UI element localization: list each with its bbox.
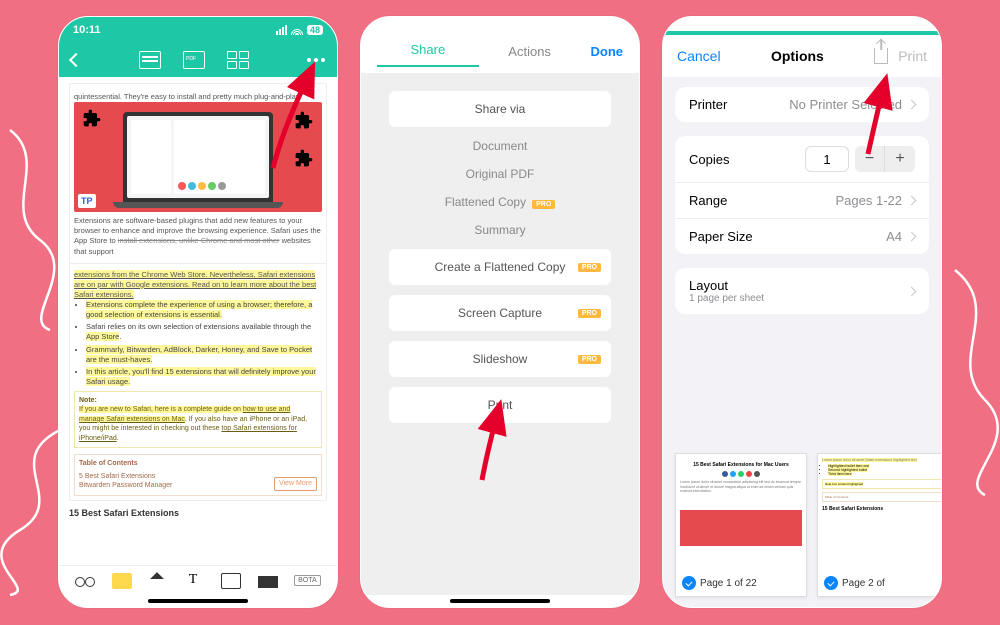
- printer-row[interactable]: Printer No Printer Selected: [675, 87, 929, 122]
- copies-increment[interactable]: +: [885, 146, 915, 172]
- share-via-button[interactable]: Share via: [389, 91, 611, 127]
- table-of-contents[interactable]: Table of Contents 5 Best Safari Extensio…: [74, 454, 322, 495]
- pro-badge: PRO: [578, 355, 601, 364]
- puzzle-icon: [294, 148, 314, 168]
- page-previews: 15 Best Safari Extensions for Mac Users …: [675, 443, 929, 597]
- preview-page-2[interactable]: Lorem ipsum dolor sit amet Safari extens…: [817, 453, 941, 597]
- document-label: Document: [389, 137, 611, 155]
- article-text: quintessential. They're easy to install …: [74, 92, 322, 102]
- layout-card: Layout 1 page per sheet: [675, 268, 929, 314]
- highlight-tool-icon[interactable]: [112, 573, 132, 589]
- view-mode-web-icon[interactable]: [139, 51, 161, 69]
- preview-page-1[interactable]: 15 Best Safari Extensions for Mac Users …: [675, 453, 807, 597]
- chevron-right-icon: [907, 196, 917, 206]
- phone-pdf-reader: 10:11 48 quintessential. They're easy to…: [58, 16, 338, 608]
- cancel-button[interactable]: Cancel: [677, 48, 721, 64]
- tp-badge: TP: [78, 194, 96, 208]
- bg-decor: [935, 260, 1000, 500]
- shape-tool-icon[interactable]: [258, 576, 278, 588]
- print-options-body: Printer No Printer Selected Copies 1 − +…: [663, 77, 941, 607]
- article-heading: 15 Best Safari Extensions: [69, 507, 327, 519]
- article-hero-image: TP: [74, 102, 322, 212]
- document-viewport[interactable]: quintessential. They're easy to install …: [59, 77, 337, 565]
- check-icon: [824, 576, 838, 590]
- original-pdf-option[interactable]: Original PDF: [389, 165, 611, 183]
- puzzle-icon: [82, 108, 102, 128]
- done-button[interactable]: Done: [581, 44, 624, 67]
- copies-row: Copies 1 − +: [675, 136, 929, 183]
- view-mode-grid-icon[interactable]: [227, 51, 249, 69]
- reader-mode-icon[interactable]: [75, 573, 95, 589]
- view-more-button[interactable]: View More: [274, 477, 317, 490]
- summary-option[interactable]: Summary: [389, 221, 611, 239]
- settings-card: Copies 1 − + Range Pages 1-22 Paper Size…: [675, 136, 929, 254]
- range-row[interactable]: Range Pages 1-22: [675, 183, 929, 219]
- status-time: 10:11: [73, 24, 101, 36]
- pro-badge: PRO: [532, 200, 555, 209]
- copies-field[interactable]: 1: [805, 146, 849, 172]
- flattened-copy-option[interactable]: Flattened CopyPRO: [389, 193, 611, 211]
- print-header: Cancel Options Print: [663, 35, 941, 77]
- pro-badge: PRO: [578, 309, 601, 318]
- article-text: extensions from the Chrome Web Store. Ne…: [74, 270, 322, 300]
- article-bullets: Extensions complete the experience of us…: [74, 300, 322, 387]
- check-icon: [682, 576, 696, 590]
- battery-badge: 48: [307, 25, 323, 35]
- copies-decrement[interactable]: −: [855, 146, 885, 172]
- top-toolbar: [59, 43, 337, 77]
- pen-tool-icon[interactable]: [149, 572, 167, 590]
- text-tool-icon[interactable]: [185, 573, 205, 589]
- page-title: Options: [771, 48, 824, 64]
- article-text: Extensions are software-based plugins th…: [74, 216, 322, 257]
- puzzle-icon: [294, 110, 314, 130]
- chevron-right-icon: [907, 100, 917, 110]
- slideshow-button[interactable]: SlideshowPRO: [389, 341, 611, 377]
- print-button[interactable]: Print: [389, 387, 611, 423]
- note-box: Note: If you are new to Safari, here is …: [74, 391, 322, 448]
- print-action[interactable]: Print: [898, 48, 927, 64]
- wifi-icon: [291, 25, 303, 35]
- screen-capture-button[interactable]: Screen CapturePRO: [389, 295, 611, 331]
- bota-button[interactable]: BOTA: [294, 575, 321, 586]
- share-icon[interactable]: [874, 48, 888, 64]
- share-sheet-body: Share via Document Original PDF Flattene…: [361, 73, 639, 595]
- chevron-right-icon: [907, 286, 917, 296]
- stamp-tool-icon[interactable]: [221, 573, 241, 589]
- chevron-right-icon: [907, 232, 917, 242]
- share-sheet-header: Share Actions Done: [361, 17, 639, 73]
- phone-share-sheet: Share Actions Done Share via Document Or…: [360, 16, 640, 608]
- tab-share[interactable]: Share: [377, 42, 479, 67]
- home-indicator: [450, 599, 550, 603]
- back-button[interactable]: [69, 53, 83, 67]
- cellular-icon: [276, 25, 287, 35]
- layout-row[interactable]: Layout 1 page per sheet: [675, 268, 929, 314]
- tab-actions[interactable]: Actions: [479, 44, 581, 67]
- status-bar: 10:11 48: [59, 17, 337, 43]
- pro-badge: PRO: [578, 263, 601, 272]
- printer-card: Printer No Printer Selected: [675, 87, 929, 122]
- phone-print-options: Cancel Options Print Printer No Printer …: [662, 16, 942, 608]
- home-indicator: [148, 599, 248, 603]
- more-menu-button[interactable]: [307, 58, 325, 62]
- create-flattened-button[interactable]: Create a Flattened CopyPRO: [389, 249, 611, 285]
- view-mode-pdf-icon[interactable]: [183, 51, 205, 69]
- bottom-toolbar: BOTA: [59, 565, 337, 595]
- paper-size-row[interactable]: Paper Size A4: [675, 219, 929, 254]
